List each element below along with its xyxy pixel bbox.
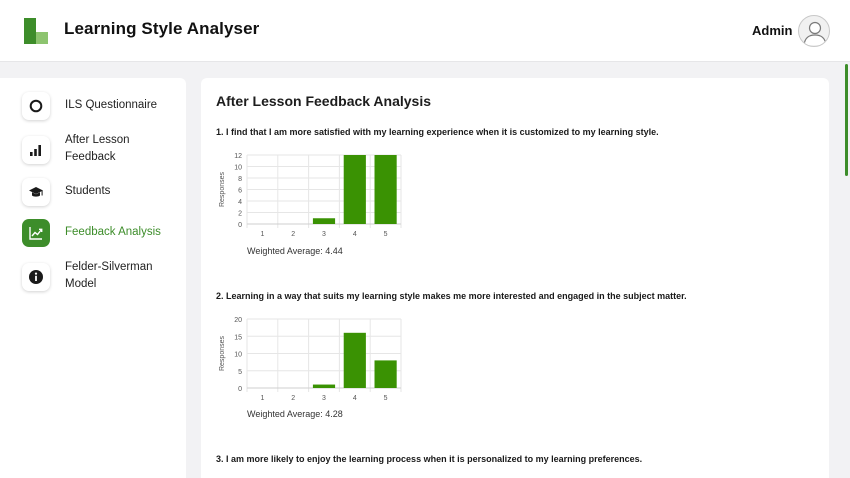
question-2-chart: 0 5 10 15 20 1 2 3 4 5 Responses: [215, 312, 411, 424]
page-title: After Lesson Feedback Analysis: [216, 93, 432, 109]
sidebar-item-feedback-analysis[interactable]: Feedback Analysis: [22, 219, 182, 247]
x-tick-label: 5: [384, 395, 388, 402]
y-axis-label: Responses: [219, 171, 226, 207]
sidebar: ILS Questionnaire After Lesson Feedback …: [0, 78, 186, 478]
x-tick-label: 2: [291, 395, 295, 402]
sidebar-item-felder-silverman-model[interactable]: Felder-Silverman Model: [22, 259, 182, 293]
trending-up-icon: [22, 219, 50, 247]
bar: [374, 360, 397, 388]
sidebar-item-students[interactable]: Students: [22, 178, 182, 206]
user-avatar-icon: [803, 21, 827, 46]
sidebar-item-label: ILS Questionnaire: [65, 99, 158, 111]
y-tick-label: 12: [234, 153, 242, 160]
x-tick-label: 3: [322, 231, 326, 238]
bar: [312, 218, 336, 224]
bar: [343, 155, 366, 224]
y-tick-label: 5: [238, 369, 242, 376]
y-tick-label: 20: [234, 317, 242, 324]
user-name[interactable]: Admin: [752, 23, 792, 38]
main-panel: After Lesson Feedback Analysis 1. I find…: [201, 78, 829, 478]
sidebar-item-label: Feedback Analysis: [65, 226, 161, 238]
sidebar-item-after-lesson-feedback[interactable]: After Lesson Feedback: [22, 132, 182, 166]
question-2-weighted-average: Weighted Average: 4.28: [247, 409, 343, 419]
sidebar-item-ils-questionnaire[interactable]: ILS Questionnaire: [22, 92, 182, 120]
y-tick-label: 0: [238, 386, 242, 393]
y-tick-label: 0: [238, 222, 242, 229]
sidebar-item-label-line2: Feedback: [65, 151, 116, 163]
scrollbar-thumb[interactable]: [845, 64, 848, 176]
sidebar-item-label-line1: Felder-Silverman: [65, 261, 153, 273]
x-tick-label: 1: [260, 395, 264, 402]
y-tick-label: 8: [238, 176, 242, 183]
bar: [312, 384, 336, 388]
y-tick-label: 10: [234, 352, 242, 359]
question-1-chart: 0 2 4 6 8 10 12 1 2 3 4 5 Responses: [215, 148, 411, 260]
y-tick-label: 2: [238, 211, 242, 218]
x-tick-label: 4: [353, 231, 357, 238]
bar: [343, 332, 366, 388]
avatar[interactable]: [798, 15, 830, 47]
app-header: Learning Style Analyser Admin: [0, 0, 850, 62]
x-tick-label: 2: [291, 231, 295, 238]
sidebar-item-label: Students: [65, 185, 111, 197]
question-1-text: 1. I find that I am more satisfied with …: [216, 127, 659, 137]
y-tick-label: 4: [238, 199, 242, 206]
bar-chart-icon: [22, 136, 50, 164]
app-logo[interactable]: [24, 18, 48, 44]
y-tick-label: 6: [238, 188, 242, 195]
y-tick-label: 10: [234, 165, 242, 172]
sidebar-item-label-line1: After Lesson: [65, 134, 130, 146]
y-tick-label: 15: [234, 334, 242, 341]
x-tick-label: 4: [353, 395, 357, 402]
x-tick-label: 1: [260, 231, 264, 238]
bar-chart-svg: 0246810121 2 3 4 5Responses: [219, 153, 402, 238]
x-tick-label: 5: [384, 231, 388, 238]
app-title: Learning Style Analyser: [64, 19, 260, 38]
circle-outline-icon: [22, 92, 50, 120]
y-axis-label: Responses: [219, 335, 226, 371]
bar-chart-svg: 0 5 10 15 20 1 2 3 4 5 Responses: [219, 317, 402, 402]
x-tick-label: 3: [322, 395, 326, 402]
question-1-weighted-average: Weighted Average: 4.44: [247, 246, 343, 256]
question-2-text: 2. Learning in a way that suits my learn…: [216, 291, 687, 301]
info-icon: [22, 263, 50, 291]
graduation-cap-icon: [22, 178, 50, 206]
sidebar-item-label-line2: Model: [65, 278, 97, 290]
bar: [374, 155, 397, 224]
question-3-text: 3. I am more likely to enjoy the learnin…: [216, 454, 643, 464]
